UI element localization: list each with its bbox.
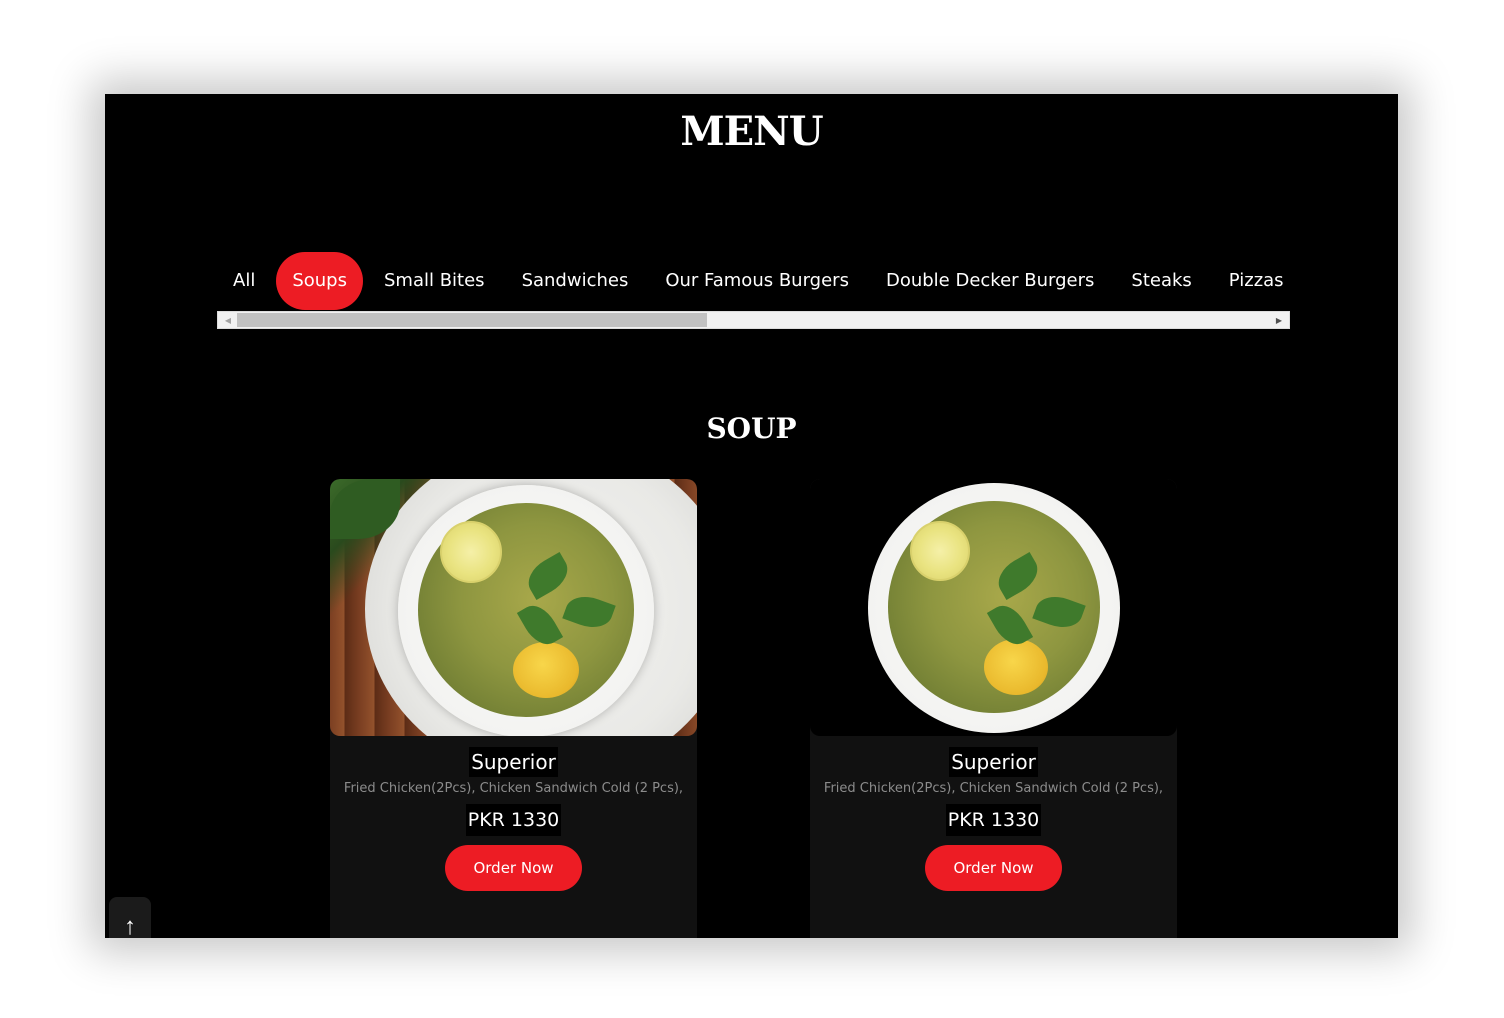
item-price: PKR 1330 bbox=[465, 804, 562, 836]
order-now-button[interactable]: Order Now bbox=[445, 845, 582, 891]
tab-double-decker-burgers[interactable]: Double Decker Burgers bbox=[870, 252, 1110, 310]
tab-our-famous-burgers[interactable]: Our Famous Burgers bbox=[649, 252, 865, 310]
category-tabs: All Soups Small Bites Sandwiches Our Fam… bbox=[217, 252, 1290, 310]
item-price: PKR 1330 bbox=[945, 804, 1042, 836]
tab-soups[interactable]: Soups bbox=[276, 252, 363, 310]
page-title: MENU bbox=[680, 108, 823, 155]
tab-pizzas[interactable]: Pizzas bbox=[1213, 252, 1300, 310]
menu-page: MENU All Soups Small Bites Sandwiches Ou… bbox=[105, 94, 1398, 938]
item-name: Superior bbox=[469, 747, 558, 777]
tab-steaks[interactable]: Steaks bbox=[1115, 252, 1207, 310]
item-description: Fried Chicken(2Pcs), Chicken Sandwich Co… bbox=[823, 781, 1164, 796]
tabs-horizontal-scrollbar[interactable]: ◀ ▶ bbox=[217, 311, 1290, 329]
tab-all[interactable]: All bbox=[217, 252, 271, 310]
item-description: Fried Chicken(2Pcs), Chicken Sandwich Co… bbox=[343, 781, 684, 796]
section-title: SOUP bbox=[706, 412, 797, 445]
scrollbar-thumb[interactable] bbox=[237, 313, 707, 327]
arrow-up-icon: ↑ bbox=[124, 913, 136, 938]
soup-image bbox=[330, 479, 697, 736]
item-name: Superior bbox=[949, 747, 1038, 777]
order-now-button[interactable]: Order Now bbox=[925, 845, 1062, 891]
scroll-right-arrow-icon[interactable]: ▶ bbox=[1271, 312, 1287, 328]
scroll-left-arrow-icon[interactable]: ◀ bbox=[220, 312, 236, 328]
back-to-top-button[interactable]: ↑ bbox=[109, 897, 151, 938]
menu-item-card: Superior Fried Chicken(2Pcs), Chicken Sa… bbox=[810, 479, 1177, 938]
tab-small-bites[interactable]: Small Bites bbox=[368, 252, 501, 310]
tab-sandwiches[interactable]: Sandwiches bbox=[506, 252, 645, 310]
menu-item-card: Superior Fried Chicken(2Pcs), Chicken Sa… bbox=[330, 479, 697, 938]
soup-image bbox=[810, 479, 1177, 736]
